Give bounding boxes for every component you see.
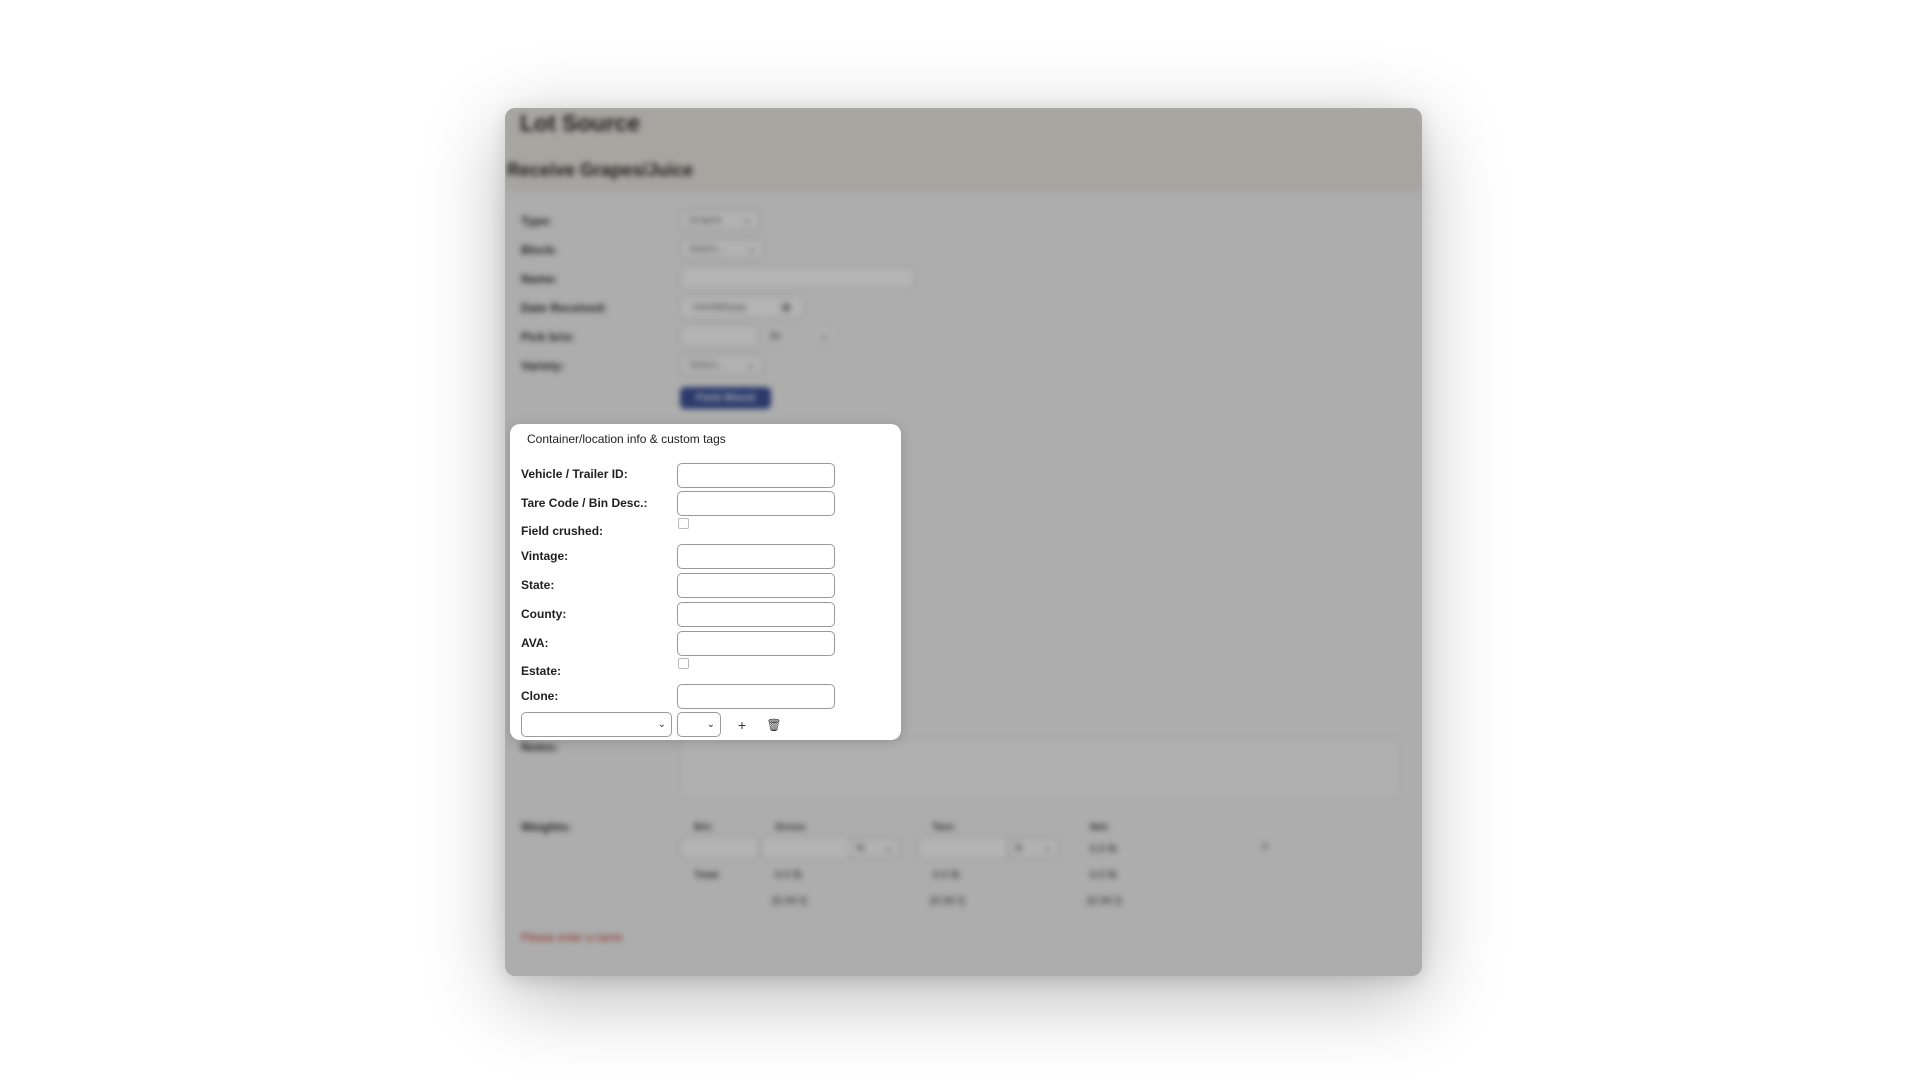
plus-icon[interactable]: + [732,715,752,735]
custom-tag-select[interactable]: ⌄ [521,712,672,737]
county-label: County: [521,607,567,621]
custom-tag-value-select[interactable]: ⌄ [677,712,721,737]
estate-label: Estate: [521,664,562,678]
state-input[interactable] [677,573,835,598]
county-input[interactable] [677,602,835,627]
tare-code-input[interactable] [677,491,835,516]
vehicle-trailer-input[interactable] [677,463,835,488]
ava-input[interactable] [677,631,835,656]
clone-input[interactable] [677,684,835,709]
vintage-input[interactable] [677,544,835,569]
lot-source-window: Lot Source Receive Grapes/Juice Type: Gr… [505,108,1422,976]
field-crushed-label: Field crushed: [521,524,604,538]
state-label: State: [521,578,555,592]
container-location-panel: Container/location info & custom tags Ve… [510,424,901,740]
panel-title: Container/location info & custom tags [527,432,726,446]
chevron-down-icon: ⌄ [657,719,666,730]
clone-label: Clone: [521,689,559,703]
vehicle-trailer-label: Vehicle / Trailer ID: [521,467,628,481]
ava-label: AVA: [521,636,549,650]
chevron-down-icon: ⌄ [706,719,715,730]
vintage-label: Vintage: [521,549,569,563]
field-crushed-checkbox[interactable] [678,518,689,529]
trash-icon[interactable]: 🗑 [764,715,784,735]
estate-checkbox[interactable] [678,658,689,669]
tare-code-label: Tare Code / Bin Desc.: [521,496,648,510]
